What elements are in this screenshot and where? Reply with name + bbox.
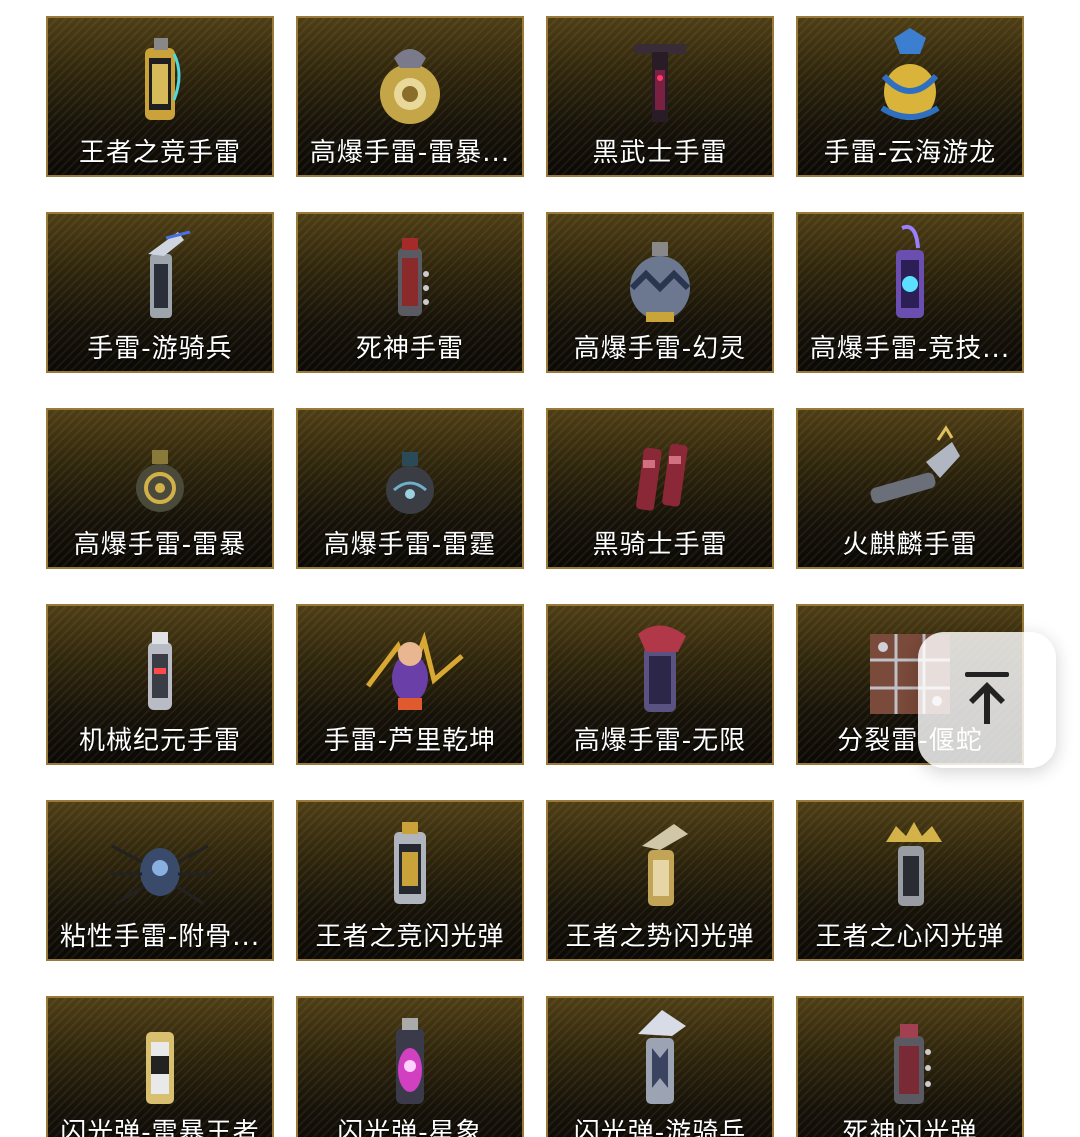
gold-canister-grenade-icon — [48, 18, 272, 134]
item-card[interactable]: 闪光弹-雷暴王者 — [46, 996, 274, 1137]
item-label: 死神闪光弹 — [842, 1118, 978, 1137]
item-card[interactable]: 死神闪光弹 — [796, 996, 1024, 1137]
spider-sticky-grenade-icon — [48, 802, 272, 918]
item-card[interactable]: 黑武士手雷 — [546, 16, 774, 177]
item-label: 黑武士手雷 — [592, 138, 728, 168]
item-card[interactable]: 火麒麟手雷 — [796, 408, 1024, 569]
red-canister-grenade-icon — [298, 214, 522, 330]
item-label: 王者之心闪光弹 — [815, 922, 1005, 952]
gold-flash-canister-icon — [298, 802, 522, 918]
item-label: 王者之竞闪光弹 — [315, 922, 505, 952]
dark-stick-grenade-icon — [548, 18, 772, 134]
item-label: 火麒麟手雷 — [842, 530, 978, 560]
item-card[interactable]: 机械纪元手雷 — [46, 604, 274, 765]
gold-ring-round-grenade-icon — [48, 410, 272, 526]
blue-round-grenade-icon — [548, 214, 772, 330]
item-label: 闪光弹-星象 — [337, 1118, 483, 1137]
item-label: 手雷-游骑兵 — [87, 334, 233, 364]
item-label: 黑骑士手雷 — [592, 530, 728, 560]
red-spike-flash-icon — [798, 998, 1022, 1114]
item-card[interactable]: 粘性手雷-附骨... — [46, 800, 274, 961]
silver-winged-canister-icon — [48, 214, 272, 330]
item-label: 高爆手雷-雷暴... — [309, 138, 511, 168]
item-card[interactable]: 手雷-云海游龙 — [796, 16, 1024, 177]
item-label: 闪光弹-游骑兵 — [573, 1118, 747, 1137]
item-card[interactable]: 王者之竞闪光弹 — [296, 800, 524, 961]
scroll-to-top-button[interactable] — [918, 632, 1056, 768]
item-label: 王者之竞手雷 — [78, 138, 241, 168]
item-card[interactable]: 闪光弹-游骑兵 — [546, 996, 774, 1137]
item-card[interactable]: 死神手雷 — [296, 212, 524, 373]
gold-round-grenade-icon — [298, 18, 522, 134]
page: 王者之竞手雷 高爆手雷-雷暴... 黑武士手雷 手雷-云海游龙 手雷-游骑兵 死神手雷 高爆… — [0, 0, 1080, 1137]
purple-canister-grenade-icon — [798, 214, 1022, 330]
item-card[interactable]: 王者之竞手雷 — [46, 16, 274, 177]
mech-canister-grenade-icon — [48, 606, 272, 722]
item-card[interactable]: 高爆手雷-幻灵 — [546, 212, 774, 373]
item-label: 机械纪元手雷 — [78, 726, 241, 756]
item-card[interactable]: 王者之心闪光弹 — [796, 800, 1024, 961]
dragon-ornate-grenade-icon — [798, 18, 1022, 134]
item-card[interactable]: 高爆手雷-雷暴... — [296, 16, 524, 177]
item-card[interactable]: 高爆手雷-竞技... — [796, 212, 1024, 373]
item-card[interactable]: 手雷-游骑兵 — [46, 212, 274, 373]
gold-white-flash-icon — [48, 998, 272, 1114]
item-label: 手雷-芦里乾坤 — [323, 726, 497, 756]
pink-galaxy-flash-icon — [298, 998, 522, 1114]
item-label: 高爆手雷-雷暴 — [73, 530, 247, 560]
purple-red-canister-icon — [548, 606, 772, 722]
item-label: 粘性手雷-附骨... — [59, 922, 261, 952]
item-card[interactable]: 高爆手雷-雷暴 — [46, 408, 274, 569]
item-card[interactable]: 手雷-芦里乾坤 — [296, 604, 524, 765]
item-label: 高爆手雷-幻灵 — [573, 334, 747, 364]
item-label: 高爆手雷-无限 — [573, 726, 747, 756]
gourd-character-icon — [298, 606, 522, 722]
gold-crown-flash-icon — [798, 802, 1022, 918]
item-card[interactable]: 黑骑士手雷 — [546, 408, 774, 569]
item-card[interactable]: 闪光弹-星象 — [296, 996, 524, 1137]
item-label: 手雷-云海游龙 — [823, 138, 997, 168]
item-label: 死神手雷 — [355, 334, 464, 364]
gold-winged-flash-icon — [548, 802, 772, 918]
item-label: 高爆手雷-雷霆 — [323, 530, 497, 560]
arrow-up-to-top-icon — [963, 670, 1011, 730]
item-label: 王者之势闪光弹 — [565, 922, 755, 952]
item-grid: 王者之竞手雷 高爆手雷-雷暴... 黑武士手雷 手雷-云海游龙 手雷-游骑兵 死神手雷 高爆… — [46, 16, 1024, 1137]
item-card[interactable]: 高爆手雷-雷霆 — [296, 408, 524, 569]
item-label: 高爆手雷-竞技... — [809, 334, 1011, 364]
item-card[interactable]: 王者之势闪光弹 — [546, 800, 774, 961]
qilin-stick-grenade-icon — [798, 410, 1022, 526]
dark-round-grenade-icon — [298, 410, 522, 526]
silver-winged-flash-icon — [548, 998, 772, 1114]
item-label: 闪光弹-雷暴王者 — [60, 1118, 260, 1137]
item-card[interactable]: 高爆手雷-无限 — [546, 604, 774, 765]
twin-red-canister-icon — [548, 410, 772, 526]
